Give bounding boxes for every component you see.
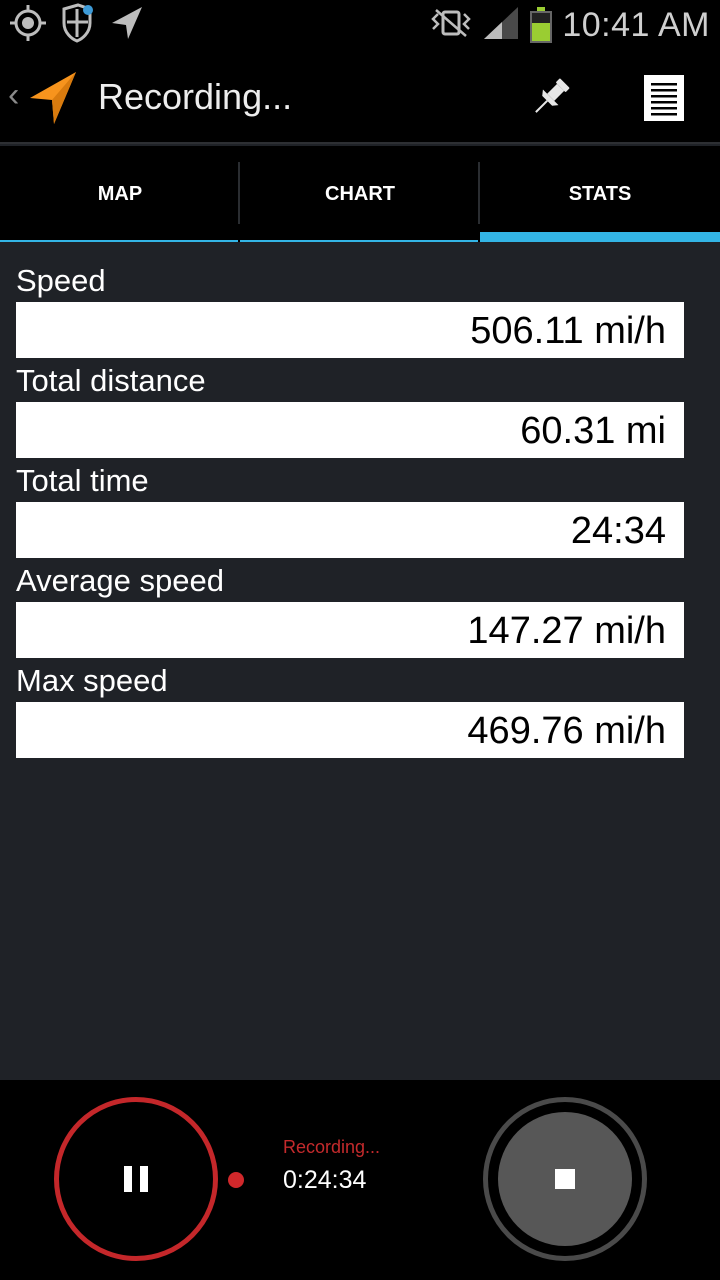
speed-label: Speed <box>16 263 106 298</box>
max-speed-value: 469.76 mi/h <box>16 702 684 758</box>
recording-dot-icon <box>228 1172 244 1188</box>
menu-button[interactable] <box>636 72 692 128</box>
recording-controls: Recording... 0:24:34 <box>0 1080 720 1280</box>
max-speed-label: Max speed <box>16 663 168 698</box>
recording-status: Recording... <box>283 1137 381 1157</box>
status-bar-system: 10:41 AM <box>430 4 710 46</box>
average-speed-value: 147.27 mi/h <box>16 602 684 658</box>
status-clock: 10:41 AM <box>562 5 710 44</box>
gps-target-icon <box>8 3 48 48</box>
tab-map[interactable]: MAP <box>0 146 240 242</box>
stats-panel: Speed 506.11 mi/h Total distance 60.31 m… <box>16 262 684 762</box>
tab-indicator <box>0 240 238 242</box>
vibrate-icon <box>430 8 472 43</box>
total-time-value: 24:34 <box>16 502 684 558</box>
tab-indicator-selected <box>480 232 720 242</box>
average-speed-label: Average speed <box>16 563 224 598</box>
pause-button[interactable] <box>54 1097 218 1261</box>
tab-stats[interactable]: STATS <box>480 146 720 242</box>
app-navigation-icon[interactable] <box>28 70 80 126</box>
elapsed-time: 0:24:34 <box>283 1166 367 1194</box>
pause-icon <box>124 1166 148 1192</box>
pin-icon <box>527 75 573 126</box>
tab-bar: MAP CHART STATS <box>0 146 720 242</box>
action-bar: ‹ Recording... <box>0 50 720 144</box>
stop-icon <box>555 1169 575 1189</box>
status-bar: 10:41 AM <box>0 0 720 50</box>
shield-icon <box>60 2 96 48</box>
total-distance-value: 60.31 mi <box>16 402 684 458</box>
total-time-label: Total time <box>16 463 149 498</box>
total-distance-label: Total distance <box>16 363 206 398</box>
pin-button[interactable] <box>520 70 580 130</box>
page-title: Recording... <box>98 76 293 117</box>
tab-map-label: MAP <box>97 182 143 205</box>
stop-button[interactable] <box>483 1097 647 1261</box>
signal-icon <box>482 5 520 46</box>
app-screen: 10:41 AM ‹ Recording... MAP CHART STATS … <box>0 0 720 1280</box>
battery-icon <box>530 7 553 43</box>
tab-chart[interactable]: CHART <box>240 146 480 242</box>
tab-chart-label: CHART <box>325 182 395 205</box>
tab-indicator <box>240 240 478 242</box>
stop-button-face <box>498 1112 632 1246</box>
speed-value: 506.11 mi/h <box>16 302 684 358</box>
status-bar-notifications <box>8 2 146 44</box>
menu-icon <box>643 74 685 127</box>
up-caret-icon[interactable]: ‹ <box>8 76 19 115</box>
navigation-arrow-icon <box>108 3 146 48</box>
tab-stats-label: STATS <box>568 182 632 205</box>
